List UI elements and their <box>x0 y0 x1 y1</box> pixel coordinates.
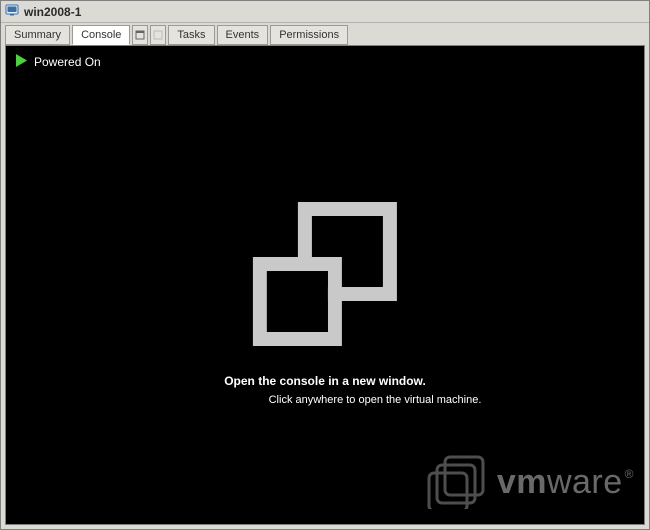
popout-icon <box>135 30 145 40</box>
tabbar: Summary Console Tasks Events Permissions <box>1 23 649 45</box>
power-status: Powered On <box>16 54 101 70</box>
blank-icon <box>153 30 163 40</box>
tab-label: Events <box>226 29 260 41</box>
console-extra-button[interactable] <box>150 25 166 45</box>
titlebar: win2008-1 <box>1 1 649 23</box>
tab-label: Summary <box>14 29 61 41</box>
tab-tasks[interactable]: Tasks <box>168 25 214 45</box>
overlapping-windows-icon <box>250 199 400 352</box>
tab-console[interactable]: Console <box>72 25 130 45</box>
console-viewport[interactable]: Powered On Open the console in a new win… <box>5 45 645 525</box>
console-placeholder: Open the console in a new window. Click … <box>38 199 612 406</box>
tab-events[interactable]: Events <box>217 25 269 45</box>
tab-permissions[interactable]: Permissions <box>270 25 348 45</box>
vmware-logo-text: vmware® <box>497 463 634 502</box>
tab-label: Tasks <box>177 29 205 41</box>
power-status-label: Powered On <box>34 55 101 69</box>
open-console-subtext: Click anywhere to open the virtual machi… <box>169 394 482 406</box>
tab-label: Console <box>81 29 121 41</box>
window-title: win2008-1 <box>24 5 81 19</box>
play-icon <box>16 54 27 70</box>
console-popout-button[interactable] <box>132 25 148 45</box>
tab-label: Permissions <box>279 29 339 41</box>
vm-icon <box>5 3 19 20</box>
vmware-watermark: vmware® <box>427 453 634 512</box>
vmware-boxes-icon <box>427 453 487 512</box>
open-console-heading: Open the console in a new window. <box>224 374 426 388</box>
tab-summary[interactable]: Summary <box>5 25 70 45</box>
vm-window: win2008-1 Summary Console Tasks Events P… <box>0 0 650 530</box>
